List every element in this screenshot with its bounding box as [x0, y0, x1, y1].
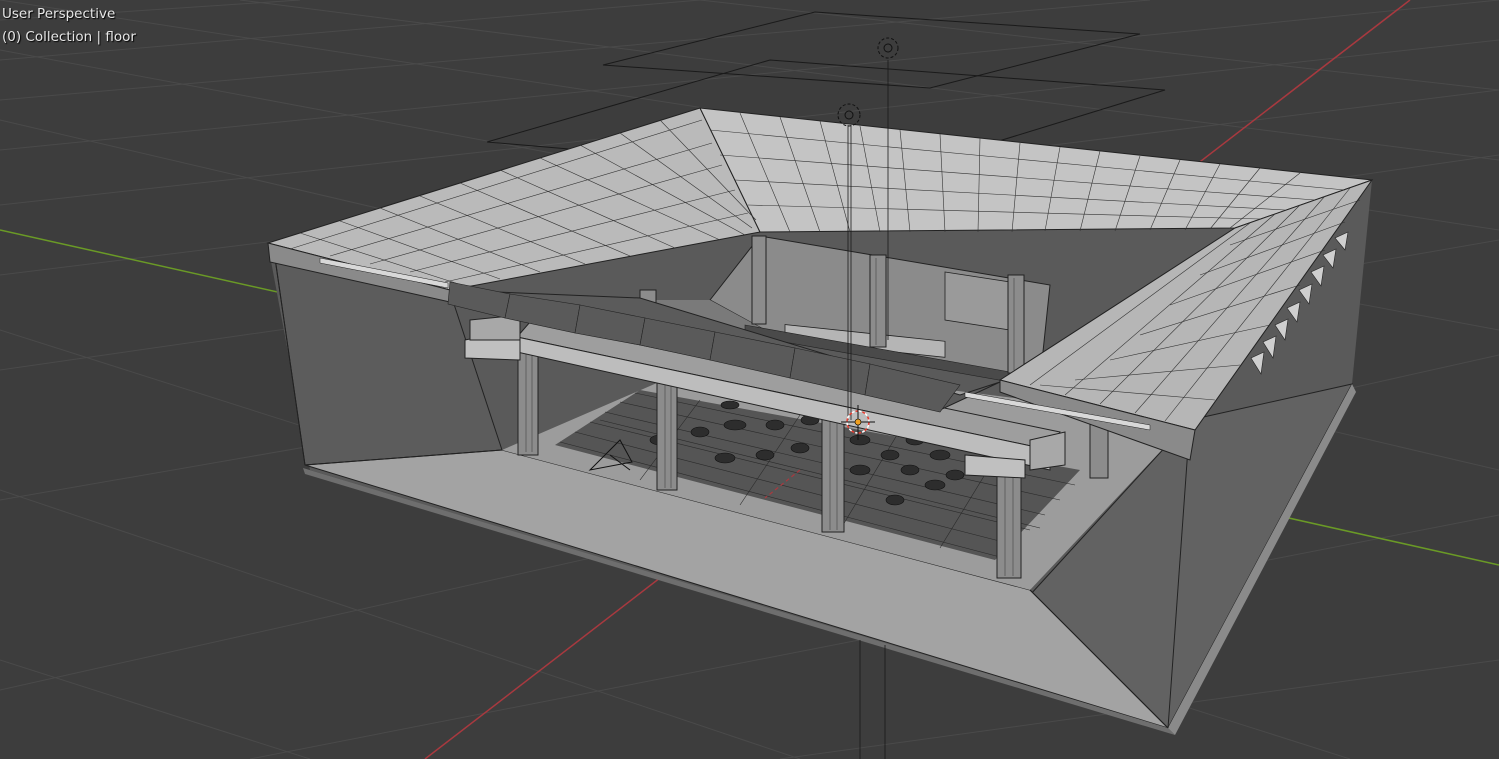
- object-info-label: (0) Collection | floor: [2, 29, 136, 45]
- view-name-label: User Perspective: [2, 6, 116, 22]
- viewport-scene[interactable]: [0, 0, 1499, 759]
- 3d-viewport[interactable]: User Perspective (0) Collection | floor: [0, 0, 1499, 759]
- origin-icon: [854, 418, 862, 426]
